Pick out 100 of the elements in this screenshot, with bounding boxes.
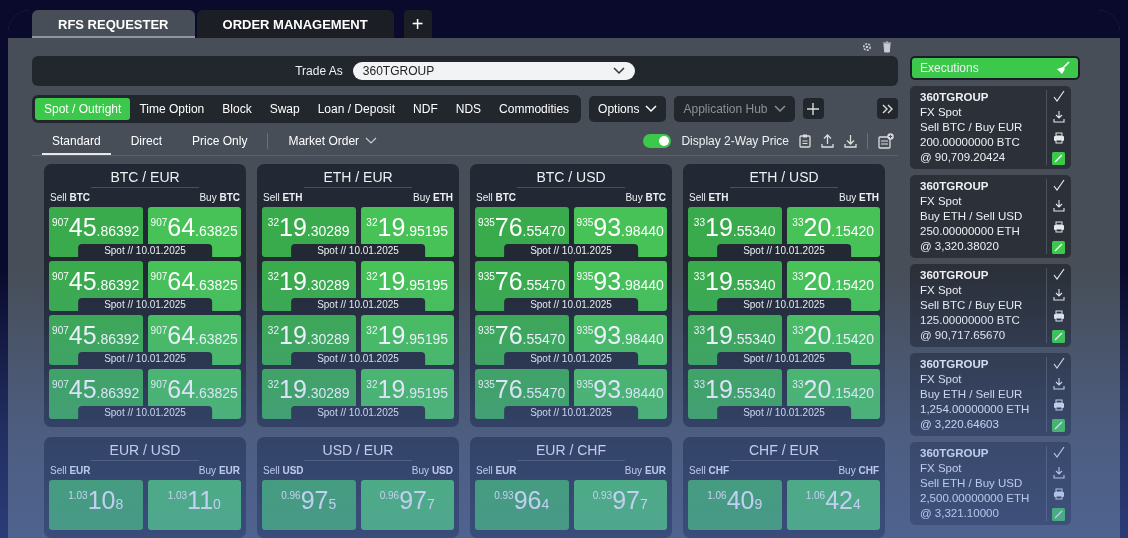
execution-entity: 360TGROUP [920, 90, 990, 105]
check-icon[interactable] [1052, 90, 1065, 102]
execution-amount: 2,500.00000000 ETH [920, 491, 1030, 506]
download-icon[interactable] [1052, 110, 1065, 124]
download-icon[interactable] [1052, 288, 1065, 302]
download-icon[interactable] [1052, 377, 1065, 391]
execution-entity: 360TGROUP [920, 179, 990, 194]
buy-label: Buy BTC [625, 192, 666, 203]
check-icon[interactable] [1052, 357, 1065, 369]
product-tab[interactable]: Spot / Outright [35, 97, 131, 120]
product-tab[interactable]: Block [213, 97, 261, 120]
execution-side: Sell BTC / Buy EUR [920, 120, 1023, 135]
execution-product: FX Spot [920, 194, 963, 209]
printer-icon[interactable] [1052, 220, 1065, 233]
check-icon[interactable] [1052, 179, 1065, 191]
tenor-label: Spot // 10.01.2025 [504, 406, 638, 419]
slash-square-icon[interactable] [1052, 330, 1065, 343]
add-button[interactable] [802, 98, 824, 119]
toggle-label: Display 2-Way Price [681, 134, 789, 148]
sell-label: Sell ETH [263, 192, 303, 203]
buy-price-button[interactable]: $^{1.06}$424 [786, 480, 880, 530]
currency-pair: ETH / EUR [304, 169, 412, 188]
sell-label: Sell USD [263, 465, 304, 476]
execution-side: Sell BTC / Buy EUR [920, 298, 1023, 313]
currency-pair: EUR / USD [91, 442, 199, 461]
sell-price-button[interactable]: $^{1.06}$409 [688, 480, 782, 530]
product-tab[interactable]: NDF [404, 97, 447, 120]
download-icon[interactable] [1052, 199, 1065, 213]
add-window-icon[interactable] [878, 133, 894, 149]
printer-icon[interactable] [1052, 309, 1065, 322]
execution-rate: @ 3,321.10000 [920, 506, 1000, 521]
options-dropdown[interactable]: Options [589, 95, 667, 122]
app-tab[interactable]: ORDER MANAGEMENT [196, 10, 394, 38]
view-tab[interactable]: Price Only [182, 127, 258, 155]
execution-side: Buy ETH / Sell USD [920, 209, 1023, 224]
sell-label: Sell EUR [50, 465, 91, 476]
trade-as-select[interactable]: 360TGROUP [352, 62, 635, 80]
execution-side: Sell ETH / Buy USD [920, 476, 1024, 491]
printer-icon[interactable] [1052, 398, 1065, 411]
product-tab[interactable]: Time Option [130, 97, 214, 120]
chevron-down-icon [365, 137, 378, 145]
execution-product: FX Spot [920, 283, 963, 298]
execution-product: FX Spot [920, 372, 963, 387]
tenor-label: Spot // 10.01.2025 [291, 298, 425, 311]
currency-pair: CHF / EUR [730, 442, 838, 461]
check-icon[interactable] [1052, 446, 1065, 458]
tenor-label: Spot // 10.01.2025 [504, 298, 638, 311]
tenor-label: Spot // 10.01.2025 [291, 406, 425, 419]
check-icon[interactable] [1052, 268, 1065, 280]
product-tab[interactable]: Loan / Deposit [308, 97, 405, 120]
sell-price-button[interactable]: $^{0.93}$964 [475, 480, 569, 530]
trade-as-label: Trade As [295, 64, 343, 78]
buy-label: Buy ETH [839, 192, 879, 203]
execution-product: FX Spot [920, 105, 963, 120]
execution-amount: 1,254.00000000 ETH [920, 402, 1030, 417]
execution-entity: 360TGROUP [920, 357, 990, 372]
chevron-down-icon [612, 67, 625, 75]
buy-label: Buy EUR [198, 465, 240, 476]
tenor-label: Spot // 10.01.2025 [717, 298, 851, 311]
execution-product: FX Spot [920, 461, 963, 476]
view-tab[interactable]: Direct [120, 127, 173, 155]
buy-price-button[interactable]: $^{0.96}$977 [360, 480, 454, 530]
buy-label: Buy EUR [624, 465, 666, 476]
tenor-label: Spot // 10.01.2025 [717, 406, 851, 419]
execution-amount: 200.00000000 BTC [920, 135, 1021, 150]
product-tab[interactable]: Swap [260, 97, 309, 120]
slash-square-icon[interactable] [1052, 152, 1065, 165]
buy-label: Buy ETH [413, 192, 453, 203]
sell-price-button[interactable]: $^{0.96}$975 [262, 480, 356, 530]
printer-icon[interactable] [1052, 131, 1065, 144]
market-order-dropdown[interactable]: Market Order [278, 127, 388, 155]
buy-price-button[interactable]: $^{0.93}$977 [573, 480, 667, 530]
settings-icon[interactable] [861, 41, 873, 53]
clipboard-icon[interactable] [799, 134, 811, 148]
download-icon[interactable] [844, 134, 857, 148]
tenor-label: Spot // 10.01.2025 [291, 352, 425, 365]
expand-button[interactable] [877, 98, 898, 119]
sell-label: Sell BTC [476, 192, 516, 203]
buy-price-button[interactable]: $^{1.03}$110 [147, 480, 241, 530]
product-tab[interactable]: Commodities [490, 97, 579, 120]
tenor-label: Spot // 10.01.2025 [504, 352, 638, 365]
add-tab-button[interactable]: + [403, 10, 432, 38]
trash-icon[interactable] [882, 41, 892, 53]
tenor-label: Spot // 10.01.2025 [504, 244, 638, 257]
product-tab[interactable]: NDS [446, 97, 491, 120]
upload-icon[interactable] [821, 134, 834, 148]
toggle-switch[interactable] [643, 134, 672, 148]
tenor-label: Spot // 10.01.2025 [291, 244, 425, 257]
execution-side: Buy ETH / Sell EUR [920, 387, 1024, 402]
slash-square-icon[interactable] [1052, 419, 1065, 432]
plus-icon [807, 102, 820, 115]
buy-label: Buy BTC [199, 192, 240, 203]
execution-rate: @ 3,320.38020 [920, 239, 1000, 254]
app-tab[interactable]: RFS REQUESTER [32, 10, 195, 38]
sell-price-button[interactable]: $^{1.03}$108 [49, 480, 143, 530]
view-tab[interactable]: Standard [42, 127, 111, 155]
download-icon[interactable] [1052, 466, 1065, 480]
currency-pair: BTC / USD [517, 169, 625, 188]
slash-square-icon[interactable] [1052, 241, 1065, 254]
printer-icon[interactable] [1052, 487, 1065, 500]
